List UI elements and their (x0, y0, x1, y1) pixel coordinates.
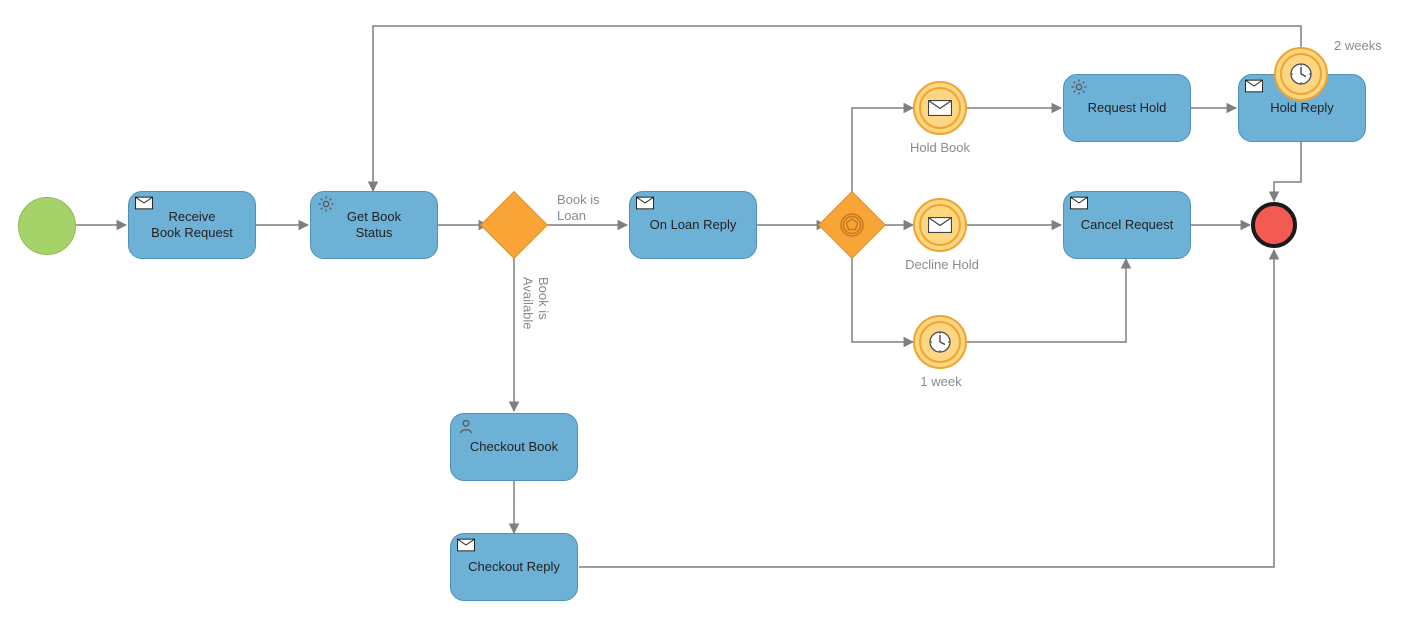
message-icon (135, 196, 153, 210)
event-decline-hold (913, 198, 967, 252)
task-on-loan-reply: On Loan Reply (629, 191, 757, 259)
task-checkout-reply: Checkout Reply (450, 533, 578, 601)
gear-icon (317, 196, 335, 210)
task-cancel-request: Cancel Request (1063, 191, 1191, 259)
event-label: 2 weeks (1334, 38, 1382, 54)
message-icon (915, 200, 965, 250)
event-hold-book (913, 81, 967, 135)
task-label: Receive Book Request (151, 209, 233, 242)
bpmn-diagram: Receive Book Request Get Book Status On … (0, 0, 1412, 621)
event-label: 1 week (916, 374, 966, 390)
task-checkout-book: Checkout Book (450, 413, 578, 481)
edges-layer (0, 0, 1412, 621)
message-icon (636, 196, 654, 210)
task-label: Cancel Request (1081, 217, 1174, 233)
task-label: Get Book Status (347, 209, 401, 242)
clock-icon (1276, 49, 1326, 99)
task-label: Checkout Reply (468, 559, 560, 575)
message-icon (915, 83, 965, 133)
event-label: Hold Book (908, 140, 972, 156)
boundary-timer-2-weeks (1274, 47, 1328, 101)
start-event (18, 197, 76, 255)
user-icon (457, 418, 475, 432)
gear-icon (1070, 79, 1088, 93)
message-icon (1245, 79, 1263, 93)
edge-label-book-is-loan: Book is Loan (557, 192, 600, 223)
task-label: On Loan Reply (650, 217, 737, 233)
message-icon (1070, 196, 1088, 210)
task-receive-book-request: Receive Book Request (128, 191, 256, 259)
task-label: Checkout Book (470, 439, 558, 455)
end-event (1251, 202, 1297, 248)
event-timer-1-week (913, 315, 967, 369)
task-label: Request Hold (1088, 100, 1167, 116)
message-icon (457, 538, 475, 552)
event-label: Decline Hold (902, 257, 982, 273)
gateway-book-status (480, 191, 548, 259)
gateway-event-based (818, 191, 886, 259)
task-label: Hold Reply (1270, 100, 1334, 116)
clock-icon (915, 317, 965, 367)
edge-label-book-is-available: Book is Available (520, 277, 551, 330)
task-get-book-status: Get Book Status (310, 191, 438, 259)
task-request-hold: Request Hold (1063, 74, 1191, 142)
